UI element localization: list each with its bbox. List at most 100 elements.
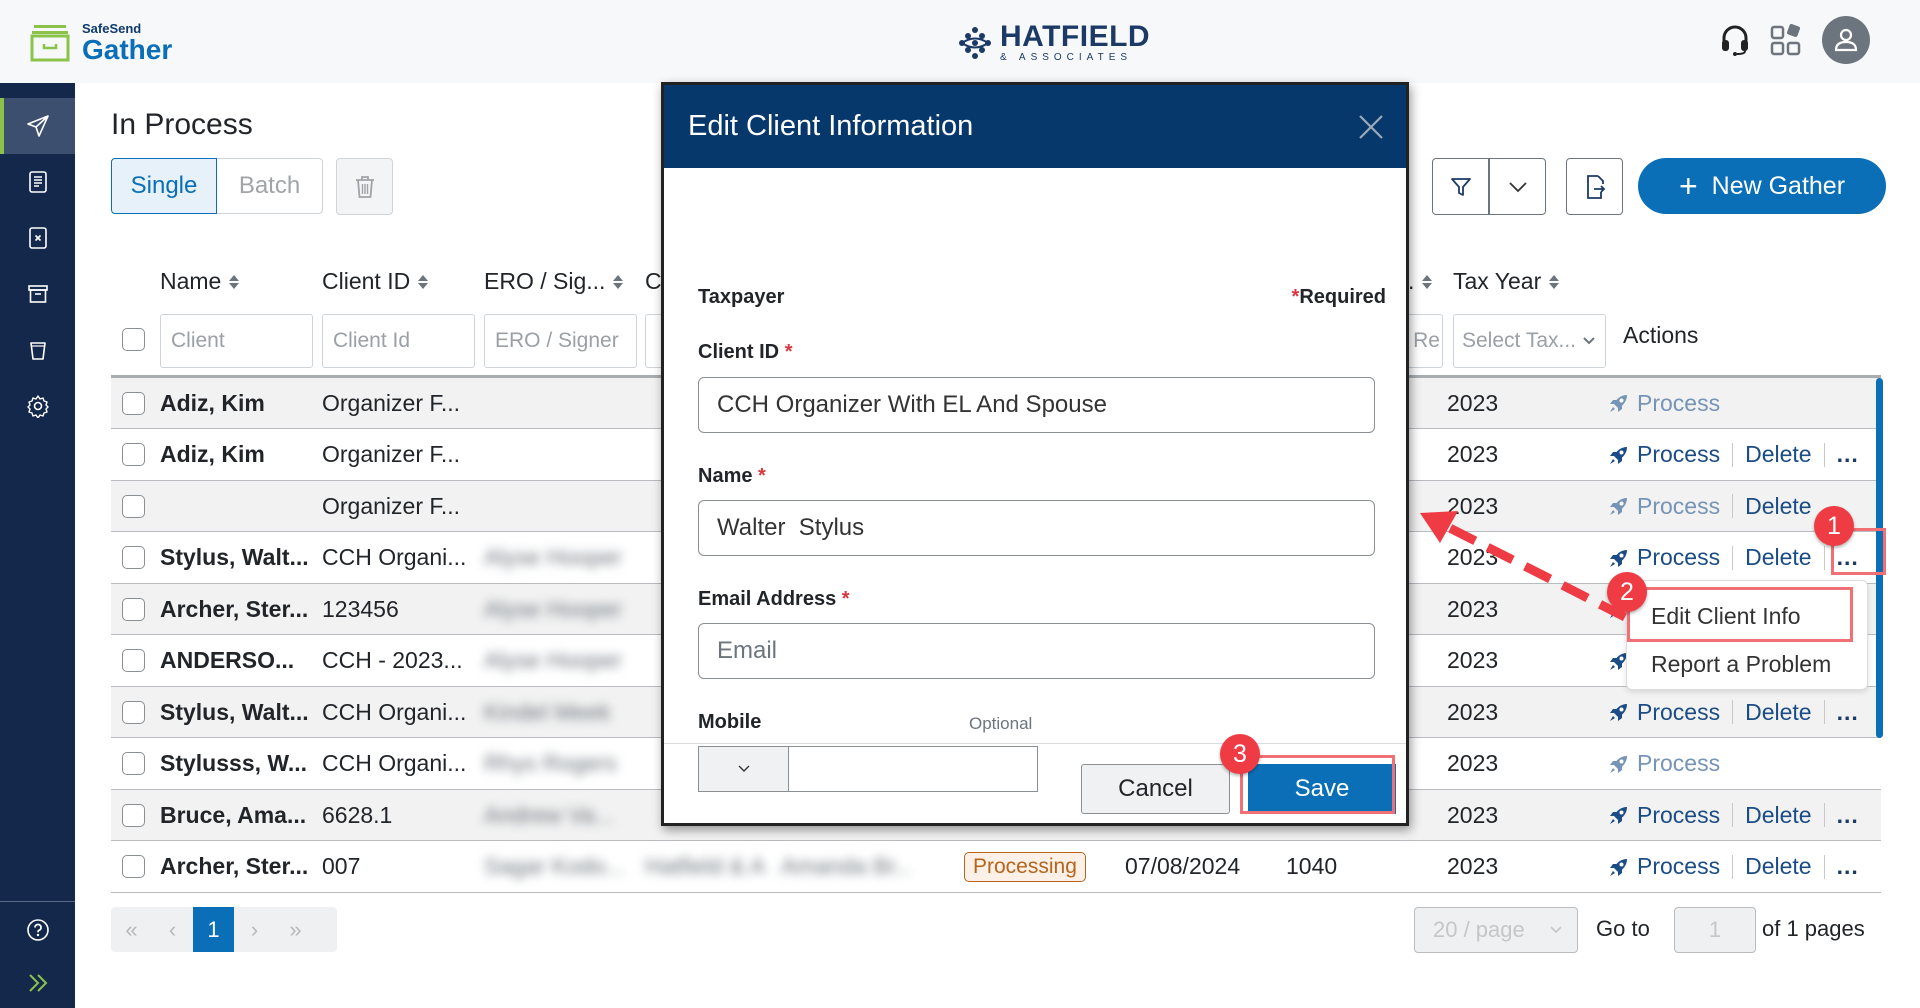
sidebar-item-recycle-bin[interactable] [0,322,75,378]
export-button[interactable] [1566,158,1623,215]
delete-link[interactable]: Delete [1745,699,1811,726]
page-number-button[interactable]: 1 [193,907,234,952]
process-link[interactable]: Process [1607,441,1720,468]
row-checkbox[interactable] [122,803,145,827]
column-header-ero[interactable]: ERO / Sig... [484,268,624,295]
delete-link[interactable]: Delete [1745,493,1811,520]
delete-link[interactable]: Delete [1745,544,1811,571]
user-avatar[interactable] [1822,16,1870,64]
row-checkbox[interactable] [122,855,145,878]
delete-link[interactable]: Delete [1745,853,1811,880]
close-icon[interactable] [1358,114,1384,140]
row-checkbox[interactable] [122,649,145,672]
ero-cell: Sagar Kodo... [484,853,625,879]
client-id-input[interactable]: CCH Organizer With EL And Spouse [698,377,1375,433]
process-link[interactable]: Process [1607,802,1720,829]
prev-page-button[interactable]: ‹ [152,907,193,952]
tax-year-cell: 2023 [1447,853,1499,879]
row-checkbox[interactable] [122,443,145,466]
filter-button[interactable] [1432,158,1489,215]
client-filter-input[interactable]: Client [160,314,313,368]
goto-page-input[interactable]: 1 [1674,907,1756,953]
sort-icon [1549,274,1560,289]
process-link[interactable]: Process [1607,390,1720,417]
row-checkbox[interactable] [122,597,145,621]
sidebar-item-settings[interactable] [0,378,75,434]
client-name-cell[interactable]: Stylusss, W... [160,739,315,789]
client-id-cell: CCH Organi... [322,698,467,725]
delete-link[interactable]: Delete [1745,441,1811,468]
last-page-button[interactable]: » [275,907,316,952]
goto-label: Go to [1596,916,1650,941]
client-id-filter-input[interactable]: Client Id [322,314,475,368]
gather-box-icon [30,25,70,62]
row-checkbox[interactable] [122,546,145,569]
bulk-delete-button[interactable] [336,158,393,215]
sidebar-item-documents[interactable] [0,154,75,210]
action-divider [1732,545,1734,570]
plus-icon: + [1678,167,1698,204]
client-name-cell[interactable]: Adiz, Kim [160,430,315,480]
single-tab[interactable]: Single [111,158,217,214]
new-gather-button[interactable]: + New Gather [1638,158,1886,214]
rocket-icon [1610,807,1627,824]
ero-cell: Alyse Hooper [484,647,623,673]
row-checkbox[interactable] [122,391,145,415]
safesend-gather-logo[interactable]: SafeSend Gather [30,22,172,64]
ero-cell: Kindel Meek [484,698,611,725]
select-all-checkbox[interactable] [122,328,145,351]
first-page-button[interactable]: « [111,907,152,952]
sidebar-item-cancelled[interactable] [0,210,75,266]
client-id-cell: 6628.1 [322,801,393,828]
process-link[interactable]: Process [1607,699,1720,726]
client-name-cell[interactable]: Stylus, Walt... [160,687,315,737]
status-badge: Processing [964,851,1086,882]
table-row[interactable]: Archer, Ster... 007 Sagar Kodo... Hatfield … [111,842,1881,893]
send-icon [26,115,49,137]
client-name-cell[interactable]: Bruce, Ama... [160,790,315,840]
menu-item-report-problem[interactable]: Report a Problem [1651,651,1831,678]
headset-icon[interactable] [1720,24,1750,56]
client-name-cell[interactable]: Adiz, Kim [160,378,315,428]
filter-dropdown-button[interactable] [1489,158,1546,215]
more-actions-button[interactable]: ... [1837,853,1859,880]
tax-year-filter-select[interactable]: Select Tax... [1453,314,1606,368]
row-checkbox[interactable] [122,700,145,724]
sidebar-item-archive[interactable] [0,266,75,322]
more-actions-button[interactable]: ... [1837,699,1859,726]
process-link[interactable]: Process [1607,750,1720,777]
client-name-cell[interactable]: ANDERSO... [160,636,315,686]
client-name-cell[interactable]: Archer, Ster... [160,584,315,634]
next-page-button[interactable]: › [234,907,275,952]
ero-cell: Rhys Rogers [484,750,617,776]
trash-icon [355,175,374,198]
email-input[interactable]: Email [698,623,1375,679]
client-name-cell[interactable] [160,481,315,531]
ero-cell [484,430,639,480]
more-actions-button[interactable]: ... [1837,441,1859,468]
client-name-cell[interactable]: Archer, Ster... [160,842,315,892]
row-checkbox[interactable] [122,752,145,775]
row-checkbox[interactable] [122,494,145,518]
ero-filter-input[interactable]: ERO / Signer [484,314,637,368]
batch-tab[interactable]: Batch [217,158,323,214]
sidebar-expand-toggle[interactable] [0,958,75,1008]
sidebar-item-send[interactable] [0,98,75,154]
apps-grid-icon[interactable] [1770,24,1802,56]
column-header-partial[interactable]: C [645,268,662,295]
column-header-tax-year[interactable]: Tax Year [1453,268,1560,295]
page-size-select[interactable]: 20 / page [1414,907,1578,953]
column-header-client-id[interactable]: Client ID [322,268,429,295]
ero-cell [484,481,639,531]
partial-filter-input-2[interactable]: Re [1405,314,1443,368]
client-name-cell[interactable]: Stylus, Walt... [160,533,315,583]
column-header-partial-2[interactable]: . [1408,268,1433,295]
process-link[interactable]: Process [1607,853,1720,880]
sidebar-item-help[interactable] [0,902,75,958]
delete-link[interactable]: Delete [1745,802,1811,829]
column-header-name[interactable]: Name [160,268,240,295]
more-actions-button[interactable]: ... [1837,802,1859,829]
name-input[interactable]: Walter Stylus [698,500,1375,556]
action-divider [1823,854,1825,879]
cancel-button[interactable]: Cancel [1081,764,1230,814]
